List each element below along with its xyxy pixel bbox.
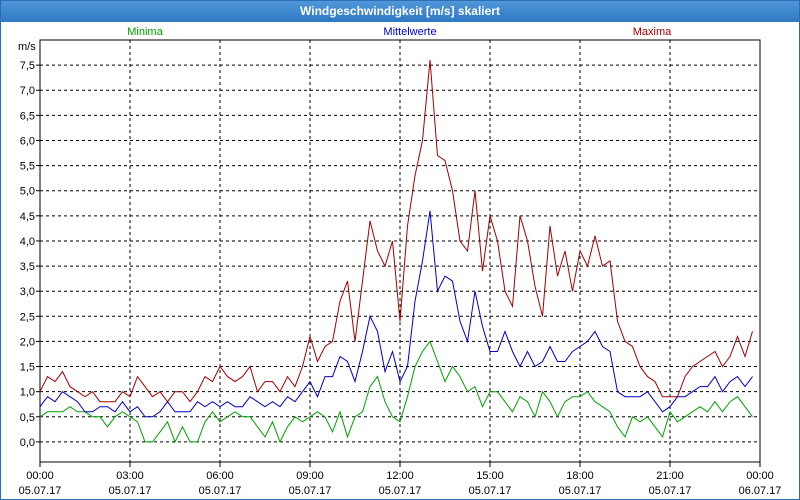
x-tick-label-time: 18:00: [566, 470, 594, 482]
x-tick-label-date: 05.07.17: [19, 485, 62, 497]
x-tick-label-date: 05.07.17: [289, 485, 332, 497]
legend-minima: Minima: [127, 26, 163, 38]
y-tick-label: 7,0: [20, 85, 35, 97]
y-tick-label: 7,5: [20, 60, 35, 72]
y-tick-label: 1,5: [20, 362, 35, 374]
x-tick-label-time: 21:00: [656, 470, 684, 482]
x-tick-label-time: 15:00: [476, 470, 504, 482]
x-tick-label-date: 05.07.17: [559, 485, 602, 497]
x-tick-label-date: 05.07.17: [379, 485, 422, 497]
y-tick-label: 4,0: [20, 236, 35, 248]
y-tick-label: 3,5: [20, 261, 35, 273]
x-tick-label-time: 09:00: [296, 470, 324, 482]
y-tick-label: 6,5: [20, 110, 35, 122]
x-tick-label-time: 00:00: [26, 470, 54, 482]
y-tick-label: 3,0: [20, 286, 35, 298]
y-axis-label: m/s: [18, 41, 36, 53]
x-tick-label-time: 03:00: [116, 470, 144, 482]
x-tick-label-date: 05.07.17: [199, 485, 242, 497]
y-tick-label: 5,0: [20, 186, 35, 198]
x-tick-label-time: 00:00: [746, 470, 774, 482]
y-axis: 0,0 0,5 1,0 1,5 2,0 2,5 3,0 3,5 4,0 4,5 5,0 5,5 6,0 6…: [20, 60, 40, 449]
y-tick-label: 0,5: [20, 412, 35, 424]
x-tick-label-date: 05.07.17: [469, 485, 512, 497]
x-tick-label-date: 05.07.17: [109, 485, 152, 497]
x-tick-label-time: 06:00: [206, 470, 234, 482]
x-axis: 00:00 05.07.17 03:00 05.07.17 06:00 05.07.17 0…: [19, 462, 782, 497]
chart-canvas: 0,0 0,5 1,0 1,5 2,0 2,5 3,0 3,5 4,0 4,5 5,0 5,5 6,0 6…: [18, 26, 782, 497]
y-tick-label: 0,0: [20, 437, 35, 449]
y-tick-label: 5,5: [20, 161, 35, 173]
y-tick-label: 2,0: [20, 336, 35, 348]
legend: Minima Mittelwerte Maxima: [127, 26, 672, 38]
legend-maxima: Maxima: [633, 26, 672, 38]
y-tick-label: 6,0: [20, 135, 35, 147]
legend-mittelwerte: Mittelwerte: [383, 26, 436, 38]
x-tick-label-time: 12:00: [386, 470, 414, 482]
x-tick-label-date: 06.07.17: [739, 485, 782, 497]
y-tick-label: 2,5: [20, 311, 35, 323]
y-tick-label: 4,5: [20, 211, 35, 223]
x-tick-label-date: 05.07.17: [649, 485, 692, 497]
y-tick-label: 1,0: [20, 387, 35, 399]
